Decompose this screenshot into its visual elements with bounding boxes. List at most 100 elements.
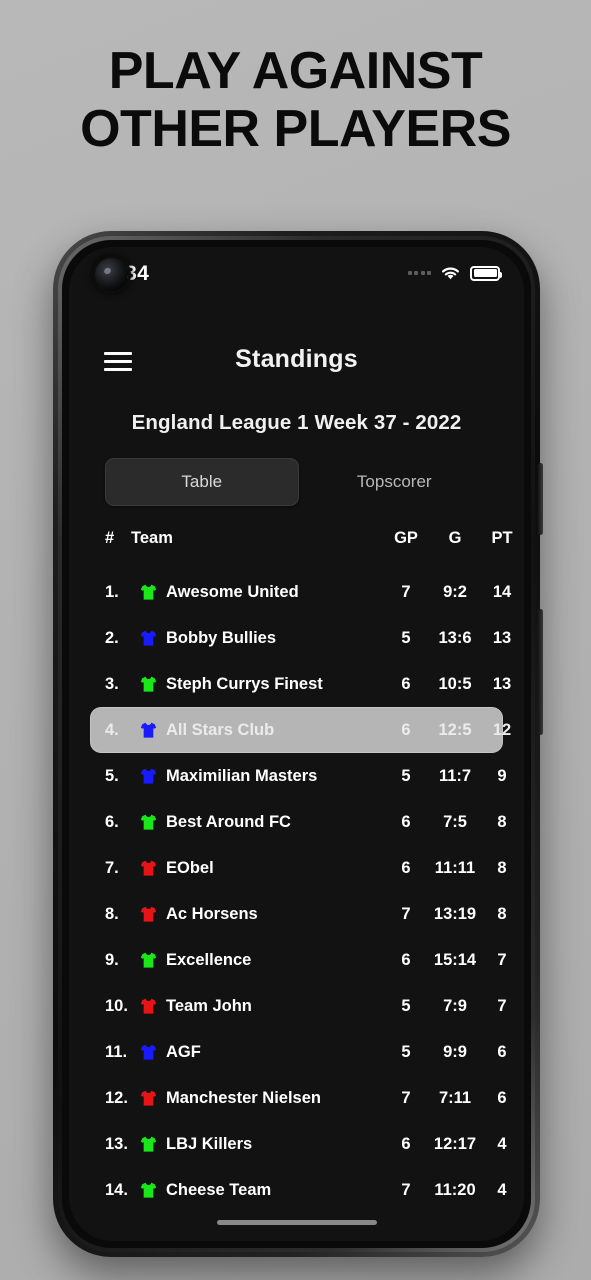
jersey-icon	[140, 722, 156, 738]
row-jersey	[137, 615, 159, 661]
row-jersey	[137, 983, 159, 1029]
row-rank: 7.	[105, 858, 119, 877]
volume-button[interactable]	[538, 463, 543, 535]
row-goals: 10:5	[438, 674, 472, 693]
table-row[interactable]: 2. Bobby Bullies 5 13:6 13	[69, 615, 524, 661]
header-g: G	[448, 529, 462, 547]
row-points: 4	[497, 1134, 507, 1153]
row-games-played: 5	[401, 996, 411, 1015]
phone-screen: 9.34 Standings England League 1 Week 37 …	[69, 247, 524, 1241]
jersey-icon	[140, 1090, 156, 1106]
battery-full-icon	[470, 265, 502, 281]
row-team-name: EObel	[166, 858, 214, 877]
row-jersey	[137, 845, 159, 891]
table-row[interactable]: 7. EObel 6 11:11 8	[69, 845, 524, 891]
row-team-name: Manchester Nielsen	[166, 1088, 321, 1107]
row-team-name: Best Around FC	[166, 812, 291, 831]
row-games-played: 5	[401, 628, 411, 647]
jersey-icon	[140, 584, 156, 600]
row-jersey	[137, 937, 159, 983]
header-team: Team	[131, 529, 173, 547]
promo-headline: PLAY AGAINST OTHER PLAYERS	[0, 42, 591, 158]
row-rank: 10.	[105, 996, 128, 1015]
row-goals: 9:2	[443, 582, 467, 601]
row-games-played: 6	[401, 674, 411, 693]
jersey-icon	[140, 676, 156, 692]
home-indicator-bar[interactable]	[216, 1220, 377, 1225]
table-row[interactable]: 8. Ac Horsens 7 13:19 8	[69, 891, 524, 937]
row-team-name: Steph Currys Finest	[166, 674, 323, 693]
row-goals: 9:9	[443, 1042, 467, 1061]
row-goals: 13:6	[438, 628, 472, 647]
row-goals: 13:19	[433, 904, 477, 923]
jersey-icon	[140, 860, 156, 876]
table-row[interactable]: 9. Excellence 6 15:14 7	[69, 937, 524, 983]
status-bar: 9.34	[69, 247, 524, 303]
row-points: 6	[497, 1042, 507, 1061]
status-bar-icons	[407, 265, 502, 281]
row-goals: 11:7	[438, 766, 472, 785]
table-row[interactable]: 5. Maximilian Masters 5 11:7 9	[69, 753, 524, 799]
row-points: 12	[492, 720, 512, 739]
row-points: 9	[497, 766, 507, 785]
row-rank: 3.	[105, 674, 119, 693]
row-points: 13	[492, 674, 512, 693]
row-jersey	[137, 569, 159, 615]
row-jersey	[137, 1121, 159, 1167]
row-team-name: Maximilian Masters	[166, 766, 318, 785]
row-jersey	[137, 1029, 159, 1075]
row-rank: 4.	[105, 720, 119, 739]
standings-list: 1. Awesome United 7 9:2 14 2. Bobby Bullies 5 13…	[69, 569, 524, 1213]
row-goals: 7:9	[443, 996, 467, 1015]
header-pt: PT	[491, 529, 513, 547]
promo-headline-line1: PLAY AGAINST	[108, 42, 483, 100]
front-camera-icon	[95, 258, 128, 291]
row-jersey	[137, 707, 159, 753]
jersey-icon	[140, 1136, 156, 1152]
table-row[interactable]: 13. LBJ Killers 6 12:17 4	[69, 1121, 524, 1167]
row-rank: 8.	[105, 904, 119, 923]
row-games-played: 6	[401, 720, 411, 739]
table-row[interactable]: 12. Manchester Nielsen 7 7:11 6	[69, 1075, 524, 1121]
jersey-icon	[140, 998, 156, 1014]
row-goals: 11:20	[434, 1180, 476, 1199]
phone-frame: 9.34 Standings England League 1 Week 37 …	[53, 231, 543, 1257]
jersey-icon	[140, 952, 156, 968]
power-button[interactable]	[538, 609, 543, 735]
row-team-name: Excellence	[166, 950, 252, 969]
page-title: Standings	[235, 345, 358, 373]
row-rank: 11.	[105, 1042, 128, 1061]
promo-canvas: PLAY AGAINST OTHER PLAYERS 9.34 Standing…	[0, 0, 591, 1280]
row-team-name: Cheese Team	[166, 1180, 272, 1199]
row-points: 8	[497, 812, 507, 831]
jersey-icon	[140, 630, 156, 646]
row-games-played: 5	[401, 1042, 411, 1061]
row-points: 13	[492, 628, 512, 647]
row-team-name: Bobby Bullies	[166, 628, 277, 647]
row-jersey	[137, 661, 159, 707]
jersey-icon	[140, 1182, 156, 1198]
promo-headline-line2: OTHER PLAYERS	[80, 100, 511, 159]
tab-topscorer[interactable]: Topscorer	[299, 458, 491, 506]
table-row[interactable]: 14. Cheese Team 7 11:20 4	[69, 1167, 524, 1213]
jersey-icon	[140, 814, 156, 830]
row-games-played: 7	[401, 1180, 411, 1199]
row-rank: 14.	[105, 1180, 128, 1199]
row-jersey	[137, 891, 159, 937]
table-row[interactable]: 6. Best Around FC 6 7:5 8	[69, 799, 524, 845]
table-row[interactable]: 10. Team John 5 7:9 7	[69, 983, 524, 1029]
table-row[interactable]: 3. Steph Currys Finest 6 10:5 13	[69, 661, 524, 707]
league-subtitle: England League 1 Week 37 - 2022	[131, 411, 462, 434]
table-row[interactable]: 11. AGF 5 9:9 6	[69, 1029, 524, 1075]
table-row[interactable]: 1. Awesome United 7 9:2 14	[69, 569, 524, 615]
row-points: 6	[497, 1088, 507, 1107]
jersey-icon	[140, 1044, 156, 1060]
tab-bar: Table Topscorer	[105, 458, 490, 506]
row-games-played: 7	[401, 1088, 411, 1107]
table-row[interactable]: 4. All Stars Club 6 12:5 12	[90, 707, 511, 753]
tab-table[interactable]: Table	[105, 458, 299, 506]
row-games-played: 7	[401, 904, 411, 923]
row-rank: 9.	[105, 950, 119, 969]
header-rank: #	[105, 529, 115, 547]
row-points: 14	[492, 582, 512, 601]
